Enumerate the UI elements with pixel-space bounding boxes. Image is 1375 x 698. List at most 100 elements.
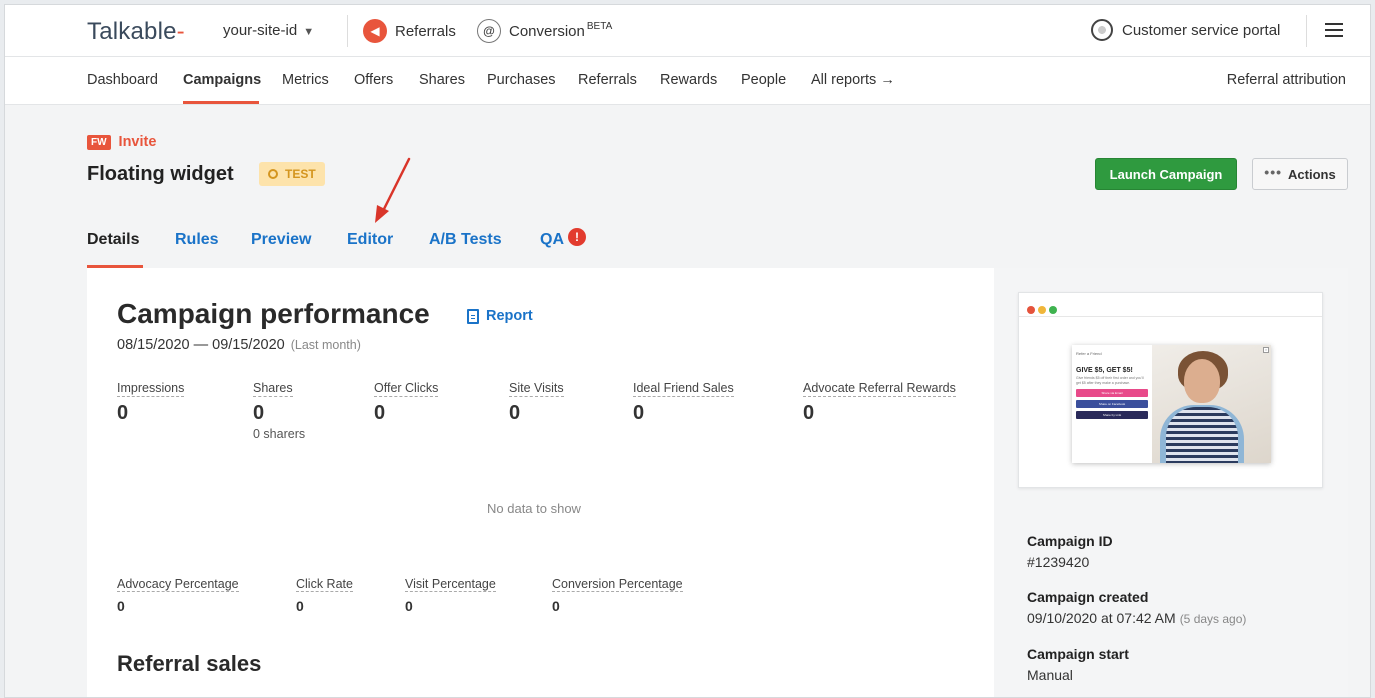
browser-chrome	[1019, 293, 1322, 317]
metric-shares: Shares 0 0 sharers	[253, 379, 305, 441]
popup-header: Refer a Friend	[1076, 351, 1102, 356]
rate-value: 0	[405, 598, 413, 614]
metric-value: 0	[633, 402, 645, 424]
tab-ab-tests[interactable]: A/B Tests	[429, 231, 502, 249]
metric-ideal-friend-sales: Ideal Friend Sales 0	[633, 379, 734, 425]
beta-badge: BETA	[586, 20, 613, 32]
metric-impressions: Impressions 0	[117, 379, 185, 425]
rate-label[interactable]: Conversion Percentage	[552, 577, 683, 592]
metric-label[interactable]: Offer Clicks	[374, 381, 439, 397]
campaign-id-value: #1239420	[1027, 554, 1090, 570]
metric-offer-clicks: Offer Clicks 0	[374, 379, 439, 425]
main-nav: Dashboard Campaigns Metrics Offers Share…	[5, 57, 1370, 105]
product-conversion[interactable]: @ Conversion BETA	[477, 19, 612, 43]
widget-popup: Refer a Friend GIVE $5, GET $5! Give fri…	[1072, 345, 1271, 463]
person-illustration	[1166, 407, 1238, 463]
nav-referrals[interactable]: Referrals	[578, 72, 637, 88]
share-facebook-button: Share on Facebook	[1076, 400, 1148, 408]
referral-sales-title: Referral sales	[117, 651, 262, 676]
campaign-performance-title: Campaign performance	[117, 298, 430, 329]
rate-advocacy-percentage: Advocacy Percentage 0	[117, 575, 239, 614]
metric-label[interactable]: Site Visits	[509, 381, 564, 397]
nav-rewards[interactable]: Rewards	[660, 72, 717, 88]
nav-shares[interactable]: Shares	[419, 72, 465, 88]
actions-button[interactable]: ••• Actions	[1252, 158, 1348, 190]
metric-value: 0	[374, 402, 386, 424]
no-data-message: No data to show	[487, 501, 581, 516]
customer-service-portal-link[interactable]: Customer service portal	[1091, 19, 1280, 41]
product-conversion-label: Conversion	[509, 22, 585, 40]
nav-campaigns[interactable]: Campaigns	[183, 72, 261, 88]
close-icon: ×	[1263, 347, 1269, 353]
popup-offer: GIVE $5, GET $5!	[1076, 367, 1133, 374]
campaign-created-value: 09/10/2020 at 07:42 AM (5 days ago)	[1027, 610, 1246, 626]
report-link[interactable]: Report	[467, 308, 533, 324]
chevron-down-icon: ▼	[303, 26, 315, 38]
document-icon	[467, 308, 479, 324]
campaign-created-ago: (5 days ago)	[1179, 612, 1247, 626]
metric-label[interactable]: Advocate Referral Rewards	[803, 381, 956, 397]
rate-label[interactable]: Click Rate	[296, 577, 353, 592]
logo-mark-icon: -	[176, 18, 185, 45]
ellipsis-icon: •••	[1264, 164, 1283, 180]
rate-label[interactable]: Advocacy Percentage	[117, 577, 239, 592]
page-title: Floating widget	[87, 163, 234, 185]
tab-qa-label: QA	[540, 231, 564, 248]
tab-details[interactable]: Details	[87, 231, 139, 249]
rate-click-rate: Click Rate 0	[296, 575, 353, 614]
metric-label[interactable]: Impressions	[117, 381, 185, 397]
tab-rules[interactable]: Rules	[175, 231, 219, 249]
date-range-label: (Last month)	[290, 338, 361, 352]
campaign-id-label: Campaign ID	[1027, 533, 1113, 549]
status-badge: TEST	[259, 162, 325, 186]
metric-sub: 0 sharers	[253, 427, 306, 441]
launch-campaign-button[interactable]: Launch Campaign	[1095, 158, 1237, 190]
window-close-dot-icon	[1027, 306, 1035, 314]
nav-referral-attribution[interactable]: Referral attribution	[1227, 72, 1346, 88]
portal-icon	[1091, 19, 1113, 41]
campaign-start-section: Campaign start Manual	[1027, 646, 1129, 683]
window-minimize-dot-icon	[1038, 306, 1046, 314]
nav-dashboard[interactable]: Dashboard	[87, 72, 158, 88]
campaign-type: FW Invite	[87, 134, 156, 150]
rate-value: 0	[296, 598, 304, 614]
metric-label[interactable]: Shares	[253, 381, 293, 397]
circle-icon	[268, 169, 278, 179]
metric-site-visits: Site Visits 0	[509, 379, 564, 425]
arrow-right-icon: →	[880, 72, 895, 88]
window-maximize-dot-icon	[1049, 306, 1057, 314]
nav-all-reports-label: All reports	[811, 72, 877, 88]
product-referrals-label: Referrals	[395, 22, 456, 40]
metric-label[interactable]: Ideal Friend Sales	[633, 381, 734, 397]
campaign-start-label: Campaign start	[1027, 646, 1129, 662]
nav-offers[interactable]: Offers	[354, 72, 393, 88]
tab-preview[interactable]: Preview	[251, 231, 311, 249]
details-card: Campaign performance Report 08/15/2020 —…	[87, 268, 1348, 697]
widget-preview[interactable]: Refer a Friend GIVE $5, GET $5! Give fri…	[1018, 292, 1323, 488]
rate-value: 0	[117, 598, 125, 614]
nav-people[interactable]: People	[741, 72, 786, 88]
hamburger-menu-icon[interactable]	[1325, 23, 1343, 37]
talkable-logo[interactable]: Talkable-	[87, 18, 185, 46]
popup-photo: ×	[1152, 345, 1271, 463]
popup-content: Refer a Friend GIVE $5, GET $5! Give fri…	[1072, 345, 1152, 463]
rate-label[interactable]: Visit Percentage	[405, 577, 496, 592]
campaign-created-date: 09/10/2020 at 07:42 AM	[1027, 610, 1176, 626]
site-selector[interactable]: your-site-id ▼	[223, 22, 314, 39]
metric-value: 0	[117, 402, 129, 424]
campaign-id-section: Campaign ID #1239420	[1027, 533, 1113, 570]
nav-purchases[interactable]: Purchases	[487, 72, 556, 88]
site-id-label: your-site-id	[223, 22, 298, 39]
tab-editor[interactable]: Editor	[347, 231, 393, 249]
nav-all-reports[interactable]: All reports →	[811, 72, 895, 88]
metric-value: 0	[803, 402, 815, 424]
campaign-type-badge: FW	[87, 134, 111, 150]
campaign-type-label: Invite	[118, 134, 157, 150]
date-range-value: 08/15/2020 — 09/15/2020	[117, 337, 285, 353]
nav-metrics[interactable]: Metrics	[282, 72, 329, 88]
top-bar: Talkable- your-site-id ▼ ◀ Referrals @ Co…	[5, 5, 1370, 57]
product-referrals[interactable]: ◀ Referrals	[363, 19, 456, 43]
campaign-created-label: Campaign created	[1027, 589, 1149, 605]
popup-description: Give friends $5 off their first order an…	[1076, 376, 1144, 385]
tab-qa[interactable]: QA!	[540, 228, 586, 249]
